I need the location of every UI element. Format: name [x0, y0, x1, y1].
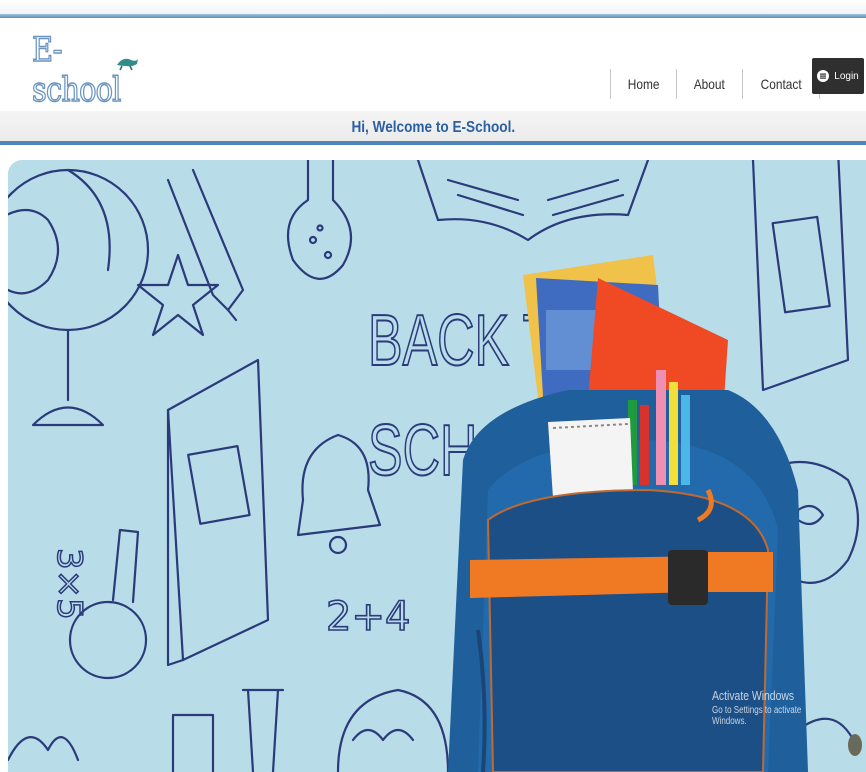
- nav-home-link[interactable]: Home: [616, 76, 672, 92]
- top-fade: [0, 0, 866, 14]
- watermark-subtitle: Go to Settings to activate Windows.: [712, 705, 802, 727]
- nav-divider: [676, 69, 678, 99]
- nav-divider: [741, 69, 743, 99]
- math-doodle-text: 3×5: [49, 548, 89, 620]
- sum-doodle-text: 2+4: [326, 594, 410, 640]
- welcome-message: Hi, Welcome to E-School.: [351, 119, 515, 136]
- scroll-indicator[interactable]: [848, 734, 862, 756]
- site-header: E-school Home About Contact Login: [0, 18, 866, 111]
- nav-contact-link[interactable]: Contact: [749, 76, 814, 92]
- book-doodle-left: [166, 358, 270, 667]
- turtle-bird-icon: [117, 58, 138, 71]
- watermark-title: Activate Windows: [712, 688, 795, 703]
- windows-activation-watermark: Activate Windows Go to Settings to activ…: [712, 688, 835, 727]
- hero-banner: 3×5 2+4 BACK TO SCHOOL: [8, 160, 866, 772]
- pencil-doodle: [166, 168, 245, 322]
- nav-divider: [610, 69, 611, 99]
- login-label: Login: [834, 70, 859, 82]
- flask-doodle: [286, 160, 353, 280]
- star-doodle: [136, 253, 220, 337]
- open-book-doodle: [416, 160, 650, 242]
- login-button[interactable]: Login: [812, 58, 864, 94]
- hero-illustration: 3×5 2+4 BACK TO SCHOOL: [8, 160, 860, 772]
- nav-about-link[interactable]: About: [682, 76, 737, 92]
- book-doodle-right: [751, 160, 850, 392]
- welcome-bar: Hi, Welcome to E-School.: [0, 111, 866, 145]
- user-icon: [817, 70, 830, 82]
- globe-doodle: [8, 168, 150, 427]
- site-logo[interactable]: E-school: [31, 29, 152, 111]
- main-nav: Home About Contact: [610, 64, 821, 104]
